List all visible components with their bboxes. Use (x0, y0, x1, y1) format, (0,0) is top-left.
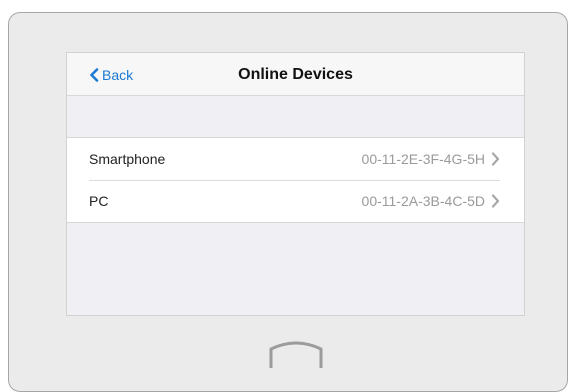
device-list: Smartphone 00-11-2E-3F-4G-5H PC 00-11-2A… (67, 137, 524, 223)
page-title: Online Devices (238, 66, 353, 83)
device-name: PC (89, 193, 109, 209)
nav-bar: Back Online Devices (67, 53, 524, 96)
chevron-left-icon (90, 67, 99, 82)
back-button[interactable]: Back (89, 53, 133, 96)
home-button[interactable] (268, 340, 324, 370)
chevron-right-icon (491, 152, 500, 166)
back-label: Back (102, 66, 134, 83)
chevron-right-icon (491, 194, 500, 208)
device-mac: 00-11-2E-3F-4G-5H (361, 151, 485, 167)
device-name: Smartphone (89, 151, 166, 167)
device-screen: Back Online Devices Smartphone 00-11-2E-… (66, 52, 525, 316)
home-button-icon (269, 341, 323, 368)
device-row-pc[interactable]: PC 00-11-2A-3B-4C-5D (67, 180, 524, 222)
device-mac: 00-11-2A-3B-4C-5D (361, 193, 485, 209)
device-row-smartphone[interactable]: Smartphone 00-11-2E-3F-4G-5H (67, 138, 524, 180)
